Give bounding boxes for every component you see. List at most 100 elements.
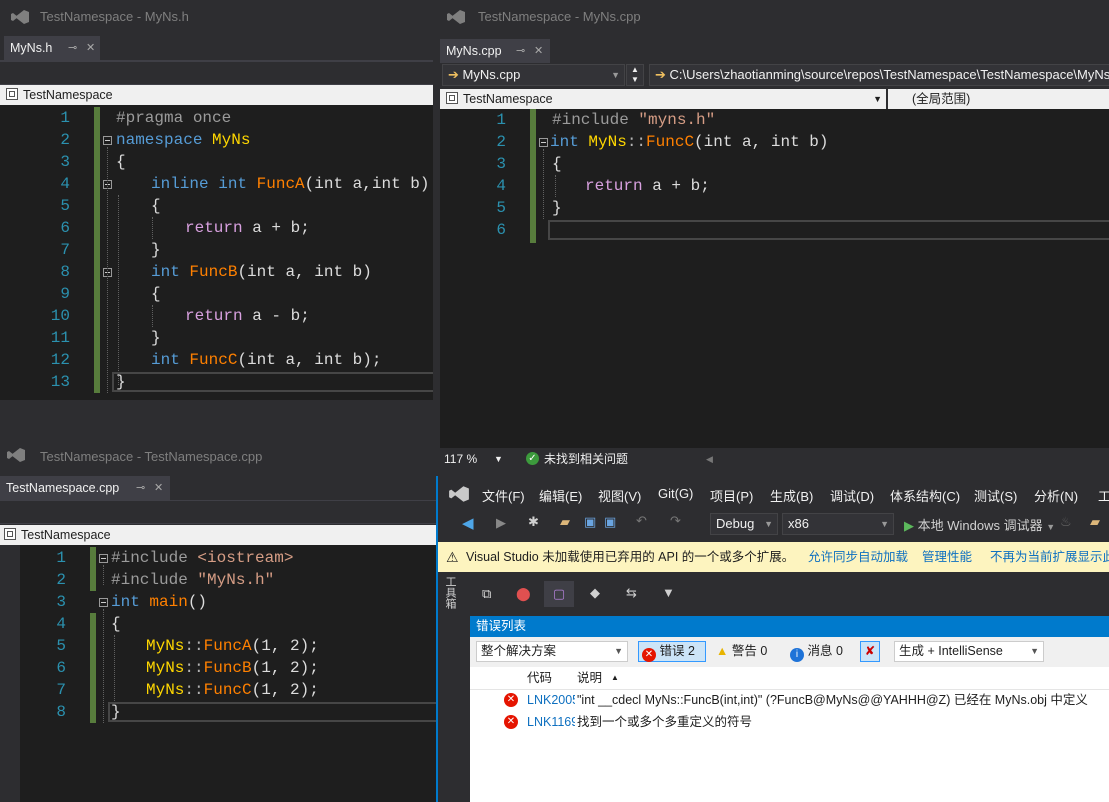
menu-git[interactable]: Git(G)	[658, 486, 693, 501]
tab-myns-cpp[interactable]: MyNs.cpp ⊸ ✕	[440, 39, 550, 63]
error-list-header[interactable]: 错误列表	[470, 616, 1109, 637]
window-title-bar[interactable]: TestNamespace - MyNs.cpp	[436, 0, 1109, 34]
file-combo-spinner[interactable]: ▲ ▼	[626, 64, 644, 86]
tab-myns-h[interactable]: MyNs.h ⊸ ✕	[4, 36, 100, 60]
error-code-link[interactable]: LNK1169	[527, 711, 575, 733]
table-row[interactable]: ✕ LNK1169 找到一个或多个多重定义的符号	[470, 711, 1109, 733]
path-combo[interactable]: ➔ C:\Users\zhaotianming\source\repos\Tes…	[649, 64, 1109, 86]
line-number: 2	[60, 131, 70, 149]
scroll-left-icon[interactable]: ◀	[706, 448, 713, 470]
back-icon[interactable]: ◀	[462, 514, 474, 532]
code-token: ()	[187, 593, 208, 611]
filter-icon[interactable]: ▼	[662, 585, 675, 600]
code-token: main	[149, 593, 188, 611]
code-token: {	[151, 197, 161, 215]
close-icon[interactable]: ✕	[534, 39, 543, 63]
save-icon[interactable]: ▣	[584, 514, 596, 530]
messages-filter-button[interactable]: i 消息 0	[790, 641, 843, 662]
flame-icon[interactable]: ♨	[1060, 514, 1072, 530]
git-changes-icon[interactable]: ◆	[590, 585, 600, 601]
git-repository-icon[interactable]: ⇆	[626, 585, 637, 601]
navigation-bar[interactable]	[0, 500, 436, 524]
close-icon[interactable]: ✕	[154, 476, 163, 500]
pin-icon[interactable]: ⊸	[516, 39, 525, 63]
code-token: (1, 2);	[251, 659, 319, 677]
line-number: 2	[56, 571, 66, 589]
table-row[interactable]: ✕ LNK2005 "int __cdecl MyNs::FuncB(int,i…	[470, 689, 1109, 711]
chevron-down-icon[interactable]: ▼	[494, 448, 503, 470]
line-number: 13	[50, 373, 70, 391]
line-number: 7	[60, 241, 70, 259]
undo-icon[interactable]: ↶	[636, 513, 647, 529]
file-combo[interactable]: ➔ MyNs.cpp ▼	[442, 64, 625, 86]
column-header-description[interactable]: 说明	[577, 667, 602, 689]
menu-debug[interactable]: 调试(D)	[830, 486, 874, 505]
menu-view[interactable]: 视图(V)	[598, 486, 641, 505]
scope-bar[interactable]: TestNamespace ▼	[440, 89, 886, 109]
menu-analyze[interactable]: 分析(N)	[1034, 486, 1078, 505]
scope-bar[interactable]: TestNamespace	[0, 525, 436, 545]
briefcase-icon[interactable]: ▰	[1090, 514, 1100, 530]
warnings-filter-button[interactable]: ▲ 警告 0	[716, 641, 767, 662]
code-token: MyNs	[146, 659, 185, 677]
forward-icon[interactable]: ▶	[496, 515, 506, 531]
code-editor[interactable]: 1 2 3 4 5 6 7 8 9 10 11 12 13 #pragma on…	[0, 105, 433, 400]
save-all-icon[interactable]: ▣	[604, 514, 616, 530]
error-code-link[interactable]: LNK2005	[527, 689, 575, 711]
scope-bar-right[interactable]: (全局范围)	[888, 89, 1109, 109]
window-title-bar[interactable]: TestNamespace - TestNamespace.cpp	[0, 438, 436, 472]
debugger-label: 本地 Windows 调试器	[917, 518, 1043, 533]
menu-test[interactable]: 测试(S)	[974, 486, 1017, 505]
line-number: 4	[496, 177, 506, 195]
pin-icon[interactable]: ⊸	[136, 476, 145, 500]
editor-window-testnamespace-cpp: TestNamespace - TestNamespace.cpp TestNa…	[0, 438, 436, 802]
toolbox-strip[interactable]: 工具箱	[444, 576, 464, 616]
close-icon[interactable]: ✕	[86, 36, 95, 60]
allow-sync-autoload-link[interactable]: 允许同步自动加载	[808, 542, 908, 572]
redo-icon[interactable]: ↷	[670, 513, 681, 529]
issues-status[interactable]: 未找到相关问题	[544, 448, 628, 470]
window-title: TestNamespace - MyNs.h	[40, 9, 189, 24]
column-header-code[interactable]: 代码	[527, 667, 552, 689]
menu-project[interactable]: 项目(P)	[710, 486, 753, 505]
solution-explorer-icon[interactable]: ⧉	[482, 586, 491, 602]
code-token: (int a, int b)	[237, 263, 372, 281]
tab-testnamespace-cpp[interactable]: TestNamespace.cpp ⊸ ✕	[0, 476, 170, 500]
dont-show-again-link[interactable]: 不再为当前扩展显示此	[990, 542, 1109, 572]
menu-architecture[interactable]: 体系结构(C)	[890, 486, 960, 505]
manage-performance-link[interactable]: 管理性能	[922, 542, 972, 572]
zoom-level[interactable]: 117 %	[444, 448, 477, 470]
collapse-icon[interactable]	[99, 598, 108, 607]
menu-build[interactable]: 生成(B)	[770, 486, 813, 505]
error-description: 找到一个或多个多重定义的符号	[577, 715, 753, 729]
collapse-icon[interactable]	[103, 136, 112, 145]
collapse-icon[interactable]	[539, 138, 548, 147]
scope-bar[interactable]: TestNamespace	[0, 85, 433, 105]
error-list-toolbar: 整个解决方案 ▼ ✕ 错误 2 ▲ 警告 0 i 消息 0 ✘ 生成 + Inte…	[470, 637, 1109, 667]
line-number: 11	[50, 329, 70, 347]
errors-count: 错误 2	[659, 644, 695, 658]
pin-icon[interactable]: ⊸	[68, 36, 77, 60]
navigation-bar[interactable]	[0, 61, 433, 85]
build-intellisense-combo[interactable]: 生成 + IntelliSense ▼	[894, 641, 1044, 662]
window-title-bar[interactable]: TestNamespace - MyNs.h	[0, 0, 433, 34]
code-editor[interactable]: 1 2 3 4 5 6 7 8 #include <iostream> #inc…	[20, 545, 436, 802]
breakpoints-icon[interactable]: ⬤	[516, 586, 531, 602]
error-scope-combo[interactable]: 整个解决方案 ▼	[476, 641, 628, 662]
menu-edit[interactable]: 编辑(E)	[539, 486, 582, 505]
line-number: 8	[60, 263, 70, 281]
code-token: MyNs	[212, 131, 251, 149]
platform-combo[interactable]: x86 ▼	[782, 513, 894, 535]
chevron-down-icon[interactable]: ▼	[873, 89, 882, 109]
menu-file[interactable]: 文件(F)	[482, 486, 525, 505]
errors-filter-button[interactable]: ✕ 错误 2	[638, 641, 706, 662]
menu-tools[interactable]: 工	[1098, 486, 1109, 505]
configuration-combo[interactable]: Debug ▼	[710, 513, 778, 535]
collapse-icon[interactable]	[99, 554, 108, 563]
start-debugging-button[interactable]: ▶ 本地 Windows 调试器 ▼	[904, 515, 1055, 534]
code-editor[interactable]: 1 2 3 4 5 6 #include "myns.h" int MyNs::…	[440, 109, 1109, 451]
vs-window-icon[interactable]: ▢	[544, 581, 574, 607]
new-item-icon[interactable]: ✱	[528, 514, 539, 530]
clear-filter-button[interactable]: ✘	[860, 641, 880, 662]
open-folder-icon[interactable]: ▰	[560, 514, 570, 530]
